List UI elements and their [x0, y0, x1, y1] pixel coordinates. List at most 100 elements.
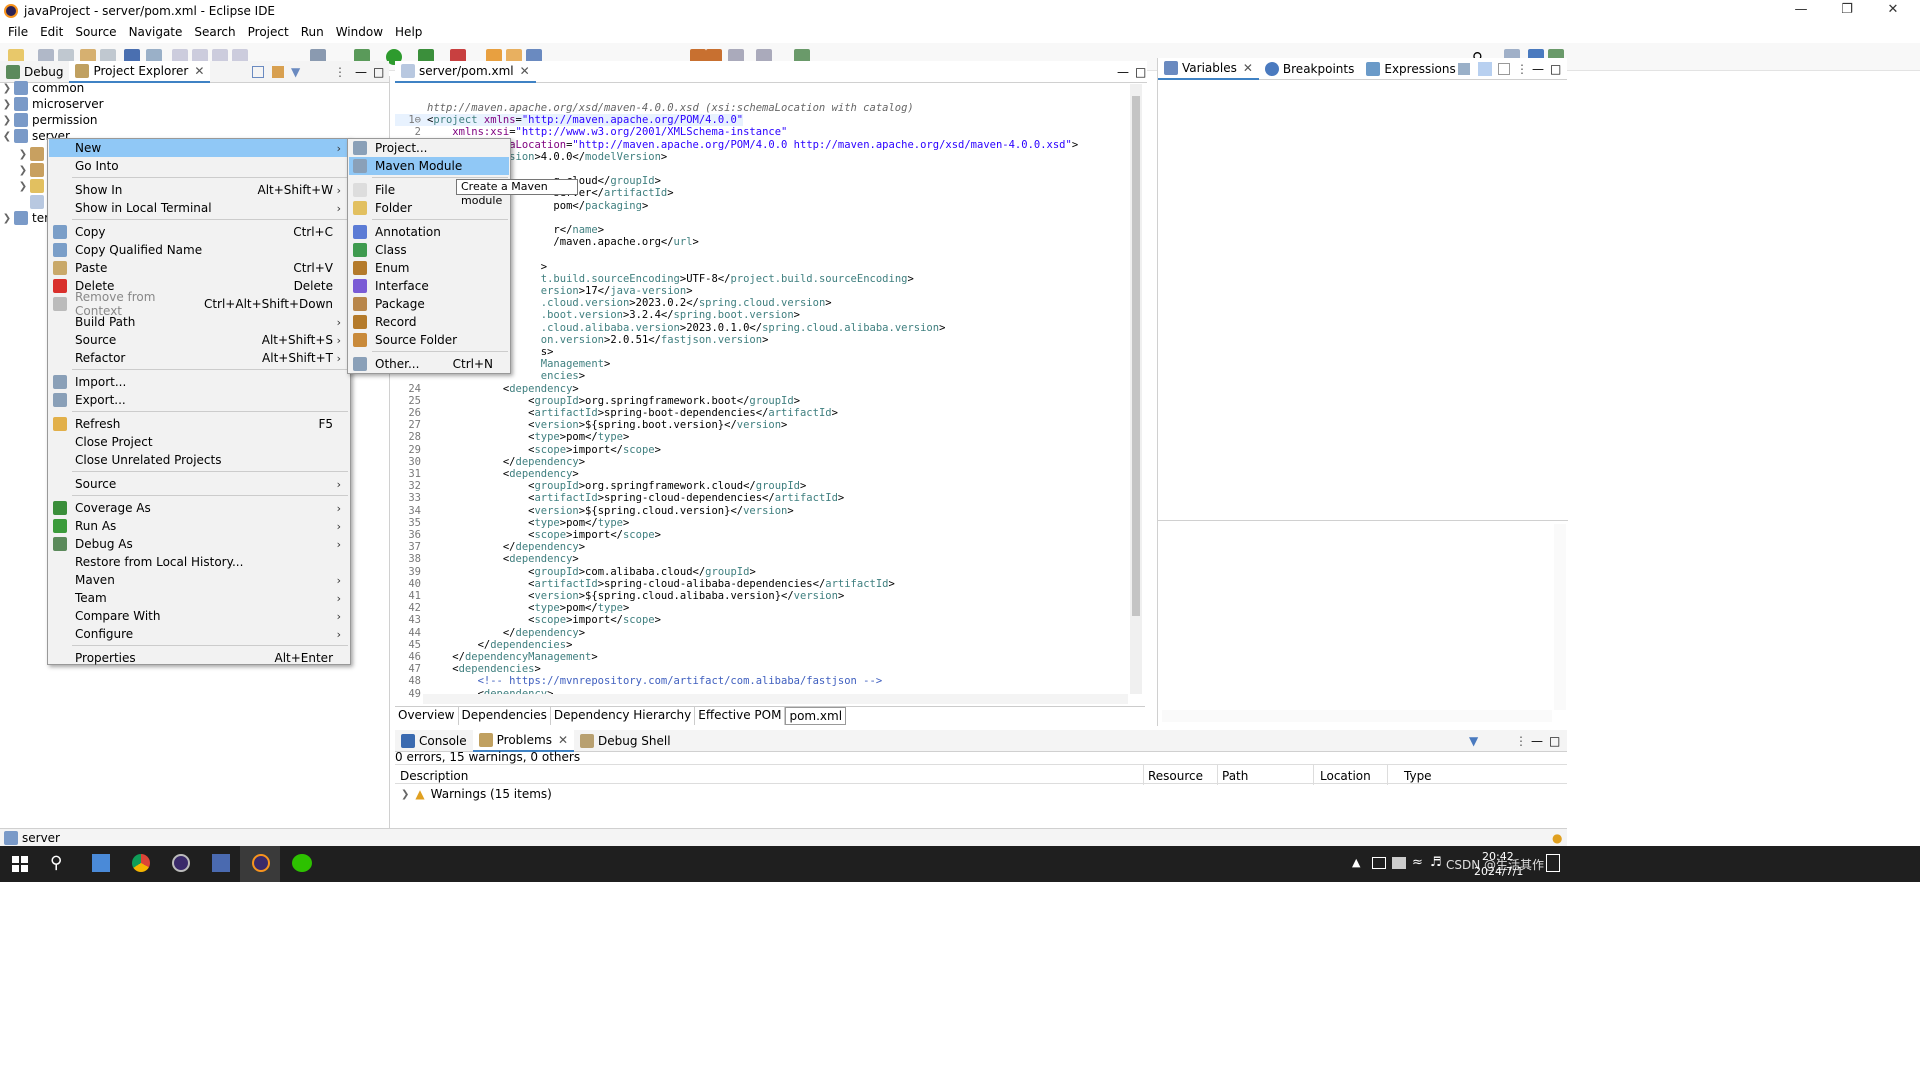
menu-edit[interactable]: Edit [40, 25, 63, 39]
menu-run[interactable]: Run [301, 25, 324, 39]
tab-pom-xml[interactable]: server/pom.xml ✕ [395, 60, 536, 83]
maximize-button[interactable]: ❐ [1824, 0, 1870, 22]
search-icon[interactable]: ⚲ [50, 853, 62, 873]
tab-overview[interactable]: Overview [395, 707, 459, 725]
minimize-view-icon[interactable]: — [1532, 62, 1544, 76]
code-line[interactable]: 29 <scope>import</scope> [395, 444, 661, 456]
tab-dependencies[interactable]: Dependencies [459, 707, 551, 725]
menu-source[interactable]: Source [75, 25, 116, 39]
minimize-view-icon[interactable]: — [355, 65, 367, 79]
minimize-button[interactable]: — [1778, 0, 1824, 22]
menu-project[interactable]: Project [248, 25, 289, 39]
code-line[interactable]: 27 <version>${spring.boot.version}</vers… [395, 419, 787, 431]
menu-item-configure[interactable]: Configure › [49, 625, 349, 643]
submenu-item-interface[interactable]: Interface [349, 277, 509, 295]
code-line[interactable]: 30 </dependency> [395, 456, 585, 468]
tab-debug-shell[interactable]: Debug Shell [574, 730, 677, 752]
chevron-right-icon[interactable]: ❯ [0, 115, 14, 126]
minimize-view-icon[interactable]: — [1531, 734, 1543, 748]
submenu-item-package[interactable]: Package [349, 295, 509, 313]
chevron-right-icon[interactable]: ❯ [401, 789, 409, 800]
table-row[interactable]: ❯ ▲ Warnings (15 items) [395, 786, 552, 802]
horizontal-scrollbar[interactable] [423, 694, 1128, 704]
chevron-down-icon[interactable]: ❮ [0, 131, 14, 142]
column-location[interactable]: Location [1320, 769, 1371, 783]
tree-child[interactable]: ❯ [16, 146, 48, 162]
app-icon[interactable] [212, 854, 230, 872]
menu-item-paste[interactable]: Paste Ctrl+V [49, 259, 349, 277]
tree-child[interactable]: ❯ [16, 162, 48, 178]
view-menu-icon[interactable]: ⋮ [1516, 62, 1528, 76]
code-line[interactable]: 41 <version>${spring.cloud.alibaba.versi… [395, 590, 844, 602]
view-menu-icon[interactable]: ⋮ [334, 65, 346, 79]
chevron-up-icon[interactable]: ▲ [1352, 856, 1360, 869]
maximize-view-icon[interactable]: □ [1135, 65, 1146, 79]
menu-file[interactable]: File [8, 25, 28, 39]
code-line[interactable]: 28 <type>pom</type> [395, 431, 629, 443]
menu-item-close-project[interactable]: Close Project [49, 433, 349, 451]
menu-item-properties[interactable]: Properties Alt+Enter [49, 649, 349, 667]
collapse-all-icon[interactable] [1498, 62, 1510, 75]
menu-item-coverage-as[interactable]: Coverage As › [49, 499, 349, 517]
menu-item-close-unrelated-projects[interactable]: Close Unrelated Projects [49, 451, 349, 469]
code-line[interactable]: 46 </dependencyManagement> [395, 651, 597, 663]
clock-time[interactable]: 20:42 [1482, 850, 1514, 863]
menu-window[interactable]: Window [336, 25, 383, 39]
close-icon[interactable]: ✕ [558, 733, 568, 747]
maximize-view-icon[interactable]: □ [1549, 734, 1560, 748]
chrome-icon[interactable] [132, 854, 150, 872]
code-line[interactable]: 43 <scope>import</scope> [395, 614, 661, 626]
menu-item-show-in-local-terminal[interactable]: Show in Local Terminal › [49, 199, 349, 217]
maximize-view-icon[interactable]: □ [373, 65, 384, 79]
close-icon[interactable]: ✕ [1243, 61, 1253, 75]
submenu-item-other[interactable]: Other... Ctrl+N [349, 355, 509, 373]
tree-child[interactable] [30, 194, 48, 210]
code-line[interactable]: 26 <artifactId>spring-boot-dependencies<… [395, 407, 838, 419]
menu-navigate[interactable]: Navigate [129, 25, 183, 39]
code-line[interactable]: 1⊖ <project xmlns="http://maven.apache.or… [395, 114, 744, 127]
menu-item-debug-as[interactable]: Debug As › [49, 535, 349, 553]
menu-item-go-into[interactable]: Go Into [49, 157, 349, 175]
code-line[interactable]: 35 <type>pom</type> [395, 517, 629, 529]
code-line[interactable]: 39 <groupId>com.alibaba.cloud</groupId> [395, 566, 755, 578]
menu-item-restore-from-local-history[interactable]: Restore from Local History... [49, 553, 349, 571]
submenu-item-enum[interactable]: Enum [349, 259, 509, 277]
code-line[interactable]: 37 </dependency> [395, 541, 585, 553]
menu-item-show-in[interactable]: Show In Alt+Shift+W › [49, 181, 349, 199]
menu-item-refactor[interactable]: Refactor Alt+Shift+T › [49, 349, 349, 367]
code-line[interactable]: 36 <scope>import</scope> [395, 529, 661, 541]
tab-variables[interactable]: Variables ✕ [1158, 57, 1259, 80]
code-line[interactable]: http://maven.apache.org/xsd/maven-4.0.0.… [395, 102, 914, 114]
code-line[interactable]: 32 <groupId>org.springframework.cloud</g… [395, 480, 806, 492]
menu-item-source[interactable]: Source Alt+Shift+S › [49, 331, 349, 349]
collapse-all-icon[interactable] [252, 65, 264, 78]
windows-start-icon[interactable] [12, 856, 28, 872]
view-menu-icon[interactable]: ⋮ [1515, 734, 1527, 748]
menu-item-new[interactable]: New › [49, 139, 349, 157]
code-line[interactable]: 40 <artifactId>spring-cloud-alibaba-depe… [395, 578, 894, 590]
code-line[interactable]: 44 </dependency> [395, 627, 585, 639]
submenu-item-record[interactable]: Record [349, 313, 509, 331]
menu-item-run-as[interactable]: Run As › [49, 517, 349, 535]
code-line[interactable]: 48 <!-- https://mvnrepository.com/artifa… [395, 675, 882, 687]
chevron-right-icon[interactable]: ❯ [0, 99, 14, 110]
menu-item-team[interactable]: Team › [49, 589, 349, 607]
menu-search[interactable]: Search [194, 25, 235, 39]
submenu-item-project[interactable]: Project... [349, 139, 509, 157]
notification-icon[interactable] [1546, 854, 1560, 872]
close-button[interactable]: ✕ [1870, 0, 1916, 22]
code-line[interactable]: 33 <artifactId>spring-cloud-dependencies… [395, 492, 844, 504]
code-line[interactable]: 31 <dependency> [395, 468, 578, 480]
file-explorer-icon[interactable] [92, 854, 110, 872]
clock-date[interactable]: 2024/7/1 [1474, 865, 1523, 878]
tree-item-ter[interactable]: ❯ ter [0, 210, 49, 226]
show-logical-structure-icon[interactable] [1478, 61, 1492, 76]
tray-icon[interactable] [1392, 857, 1406, 869]
menu-item-copy-qualified-name[interactable]: Copy Qualified Name [49, 241, 349, 259]
volume-icon[interactable]: ♬ [1430, 855, 1442, 870]
menu-item-source[interactable]: Source › [49, 475, 349, 493]
menu-item-export[interactable]: Export... [49, 391, 349, 409]
code-line[interactable]: 2 xmlns:xsi="http://www.w3.org/2001/XMLS… [395, 126, 788, 138]
maximize-view-icon[interactable]: □ [1550, 62, 1561, 76]
tree-item-common[interactable]: ❯ common [0, 80, 84, 96]
